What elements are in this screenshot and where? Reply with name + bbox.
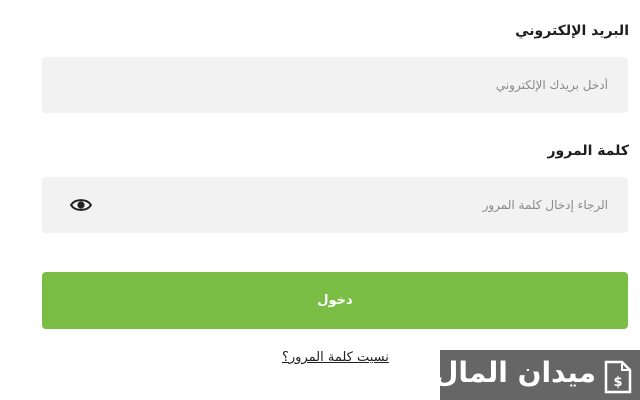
money-document-icon: $	[602, 360, 634, 394]
password-field-container	[42, 177, 628, 233]
password-label: كلمة المرور	[547, 143, 629, 159]
svg-text:$: $	[613, 375, 622, 390]
eye-icon[interactable]	[69, 197, 93, 213]
email-label: البريد الإلكتروني	[515, 23, 629, 39]
email-field-container	[42, 57, 628, 113]
brand-name: ميدان المال	[440, 356, 596, 389]
email-input[interactable]	[42, 57, 628, 113]
brand-logo: ميدان المال $	[440, 350, 640, 400]
login-button[interactable]: دخول	[42, 272, 628, 329]
forgot-password-link[interactable]: نسيت كلمة المرور؟	[282, 350, 389, 365]
password-input[interactable]	[42, 177, 628, 233]
